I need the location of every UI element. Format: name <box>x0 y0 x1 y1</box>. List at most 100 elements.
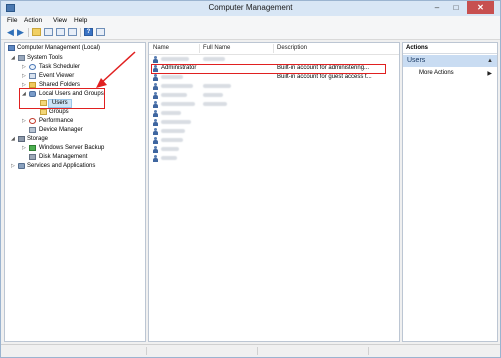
title-bar: Computer Management – □ ✕ <box>1 1 500 16</box>
user-icon <box>152 92 159 99</box>
toolbar-separator <box>28 28 29 37</box>
redacted-name <box>161 111 181 115</box>
column-divider[interactable] <box>273 44 274 53</box>
users-list-pane: Name Full Name Description Administrator… <box>148 42 400 342</box>
column-header-description[interactable]: Description <box>277 45 307 51</box>
tree-item-groups[interactable]: Groups <box>7 108 143 116</box>
menu-action[interactable]: Action <box>24 17 42 24</box>
tree-item-label: Device Manager <box>39 127 83 133</box>
redacted-name <box>161 138 183 142</box>
forward-arrow-icon[interactable]: ▶ <box>16 28 25 37</box>
tree-item-device-manager[interactable]: Device Manager <box>7 126 143 134</box>
redacted-name <box>161 57 189 61</box>
user-icon <box>152 110 159 117</box>
column-divider[interactable] <box>199 44 200 53</box>
computer-management-window: Computer Management – □ ✕ File Action Vi… <box>0 0 501 358</box>
column-header-name[interactable]: Name <box>153 45 169 51</box>
submenu-arrow-icon[interactable]: ▶ <box>487 70 492 77</box>
user-icon <box>152 128 159 135</box>
status-cell <box>147 347 258 355</box>
table-row[interactable] <box>149 145 399 154</box>
window-title: Computer Management <box>208 3 293 12</box>
expand-arrow-icon[interactable]: ▷ <box>11 162 16 170</box>
maximize-button[interactable]: □ <box>448 1 464 14</box>
help-icon[interactable]: ? <box>84 28 93 36</box>
redacted-name <box>161 84 193 88</box>
status-cell <box>258 347 369 355</box>
tree-item-windows-server-backup[interactable]: ▷ Windows Server Backup <box>7 144 143 152</box>
toolbar-separator <box>80 28 81 37</box>
annotation-arrow-line <box>99 51 136 85</box>
table-row[interactable] <box>149 118 399 127</box>
redacted-full-name <box>203 93 223 97</box>
menu-view[interactable]: View <box>53 17 67 24</box>
actions-pane: Actions Users ▲ More Actions ▶ <box>402 42 498 342</box>
show-hide-tree-icon[interactable] <box>44 28 53 36</box>
table-row[interactable] <box>149 136 399 145</box>
user-icon <box>152 83 159 90</box>
tree-item-label: Groups <box>49 109 69 115</box>
actions-header: Actions <box>403 43 497 54</box>
table-row[interactable] <box>149 55 399 64</box>
table-row[interactable] <box>149 91 399 100</box>
table-row[interactable] <box>149 100 399 109</box>
expand-arrow-icon[interactable]: ▷ <box>22 63 27 71</box>
disk-icon <box>29 154 36 160</box>
folder-icon <box>40 109 47 115</box>
back-arrow-icon[interactable]: ◀ <box>6 28 15 37</box>
table-row[interactable] <box>149 127 399 136</box>
collapse-arrow-icon[interactable]: ◢ <box>11 135 16 143</box>
status-bar <box>1 344 500 357</box>
column-header-full-name[interactable]: Full Name <box>203 45 230 51</box>
close-button[interactable]: ✕ <box>467 1 494 14</box>
services-icon <box>18 163 25 169</box>
user-icon <box>152 146 159 153</box>
tree-item-disk-management[interactable]: Disk Management <box>7 153 143 161</box>
tree-item-performance[interactable]: ▷ Performance <box>7 117 143 125</box>
collapse-caret-icon[interactable]: ▲ <box>487 55 493 67</box>
user-icon <box>152 56 159 63</box>
redacted-name <box>161 120 191 124</box>
tree-item-storage[interactable]: ◢ Storage <box>7 135 143 143</box>
redacted-name <box>161 156 177 160</box>
table-row[interactable] <box>149 82 399 91</box>
menu-help[interactable]: Help <box>74 17 87 24</box>
device-manager-icon <box>29 127 36 133</box>
collapse-arrow-icon[interactable]: ◢ <box>11 54 16 62</box>
event-viewer-icon <box>29 73 36 79</box>
cell-description: Built-in account for guest access t... <box>277 74 372 80</box>
annotation-arrow <box>96 51 136 88</box>
clock-icon <box>29 64 36 70</box>
actions-section-users[interactable]: Users ▲ <box>403 55 497 67</box>
tree-item-services-applications[interactable]: ▷ Services and Applications <box>7 162 143 170</box>
expand-arrow-icon[interactable]: ▷ <box>22 72 27 80</box>
expand-arrow-icon[interactable]: ▷ <box>22 144 27 152</box>
performance-icon <box>29 118 36 124</box>
redacted-name <box>161 129 185 133</box>
table-row[interactable] <box>149 154 399 163</box>
properties-icon[interactable] <box>96 28 105 36</box>
expand-arrow-icon[interactable]: ▷ <box>22 117 27 125</box>
redacted-name <box>161 75 183 79</box>
minimize-button[interactable]: – <box>429 1 445 14</box>
tree-item-label: Storage <box>27 136 49 142</box>
tree-item-label: Performance <box>39 118 74 124</box>
refresh-icon[interactable] <box>56 28 65 36</box>
table-row[interactable] <box>149 109 399 118</box>
redacted-name <box>161 102 195 106</box>
backup-icon <box>29 145 36 151</box>
list-header: Name Full Name Description <box>149 43 399 55</box>
more-actions-link[interactable]: More Actions <box>419 70 454 76</box>
up-folder-icon[interactable] <box>32 28 41 36</box>
tree-item-label: System Tools <box>27 55 63 61</box>
export-list-icon[interactable] <box>68 28 77 36</box>
user-icon <box>152 137 159 144</box>
computer-icon <box>8 45 15 51</box>
user-icon <box>152 101 159 108</box>
menu-file[interactable]: File <box>7 17 17 24</box>
tools-icon <box>18 55 25 61</box>
storage-icon <box>18 136 25 142</box>
redacted-full-name <box>203 84 231 88</box>
redacted-name <box>161 147 179 151</box>
table-row[interactable]: Built-in account for guest access t... <box>149 73 399 82</box>
